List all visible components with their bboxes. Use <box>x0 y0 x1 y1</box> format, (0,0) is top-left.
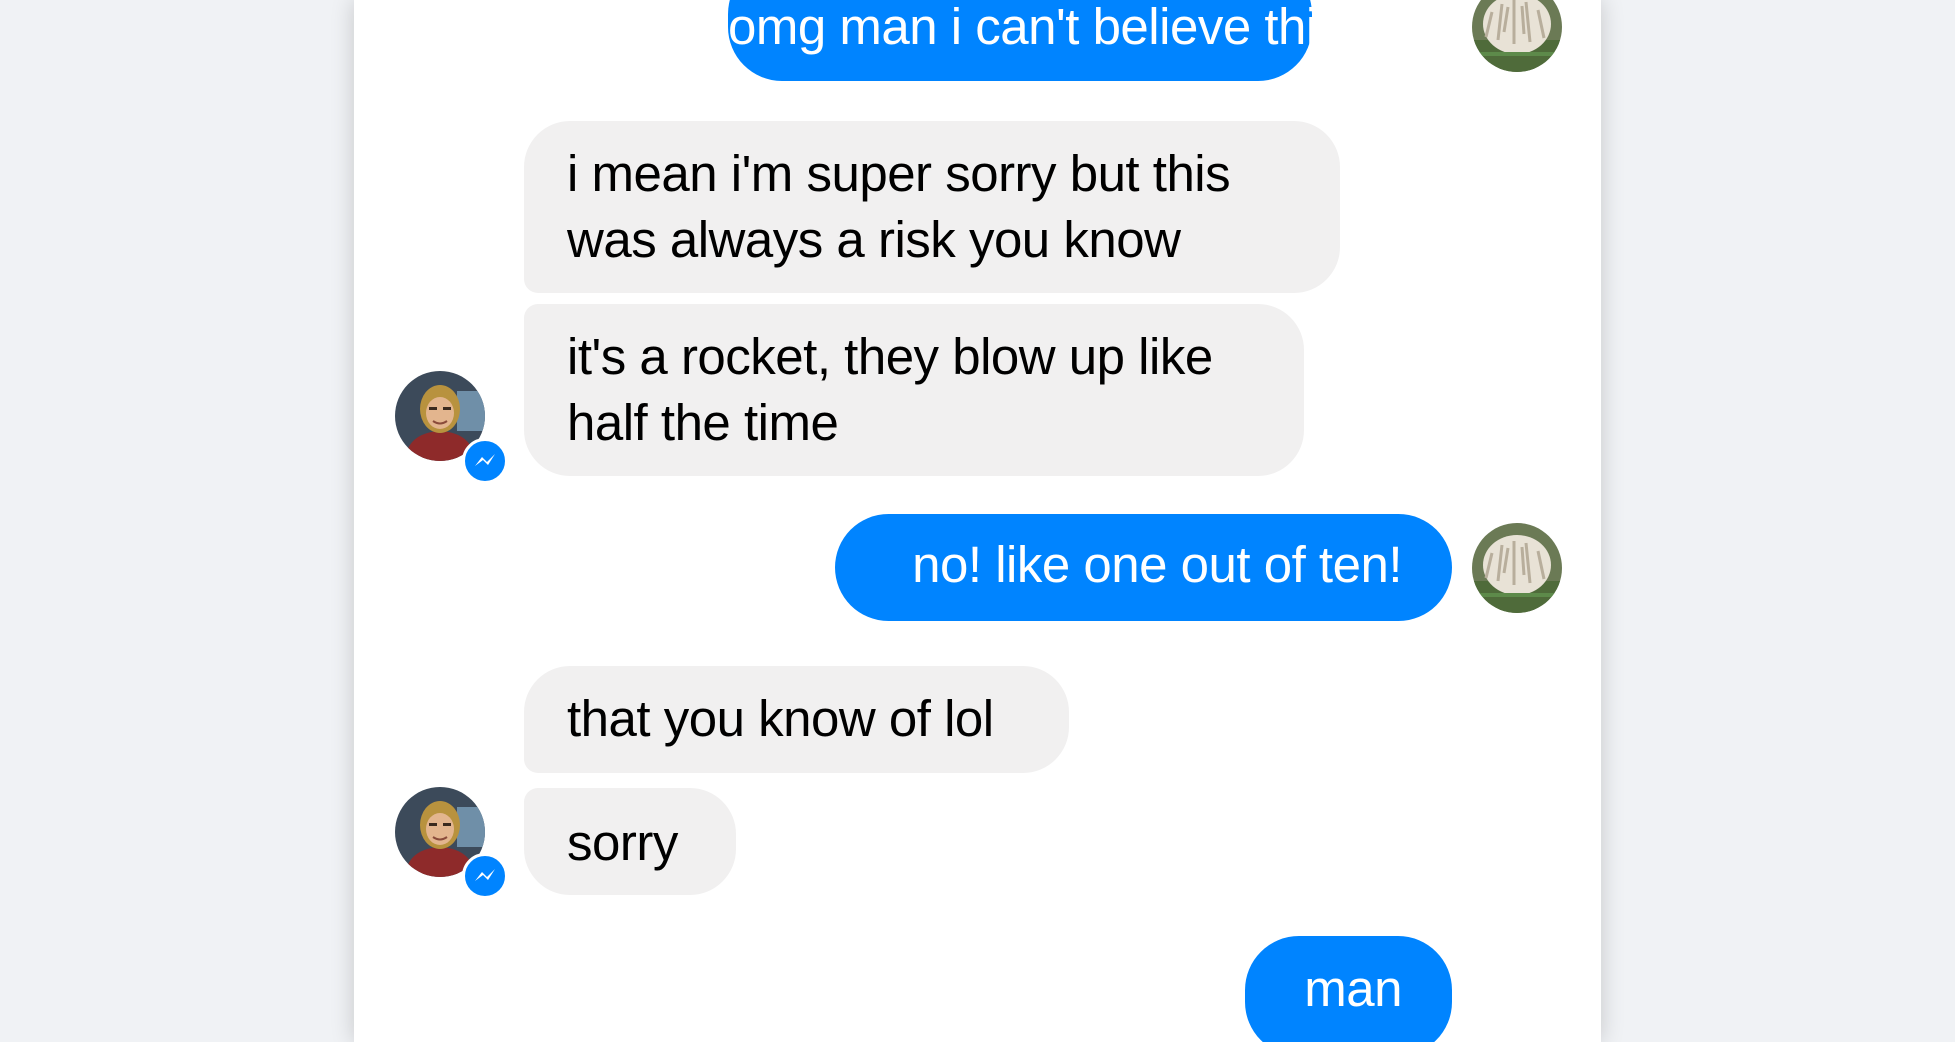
message-line: i mean i'm super sorry but this <box>567 145 1231 202</box>
dog-avatar-icon[interactable] <box>1472 0 1562 72</box>
message-line: was always a risk you know <box>567 211 1181 268</box>
message-text: that you know of lol <box>567 690 994 747</box>
message-text: omg man i can't believe this <box>728 0 1342 55</box>
outgoing-message[interactable]: omg man i can't believe this <box>728 0 1342 81</box>
incoming-message[interactable]: that you know of lol <box>524 666 1069 773</box>
outgoing-message[interactable]: no! like one out of ten! <box>835 514 1452 621</box>
message-text: sorry <box>567 814 678 871</box>
messenger-badge-icon <box>462 853 508 899</box>
dog-avatar-icon[interactable] <box>1472 523 1562 613</box>
message-line: half the time <box>567 394 839 451</box>
incoming-message[interactable]: i mean i'm super sorry but this was alwa… <box>524 121 1340 293</box>
message-line: it's a rocket, they blow up like <box>567 328 1213 385</box>
message-text: man <box>1304 960 1402 1017</box>
chat-panel: omg man i can't believe this i mean i'm … <box>354 0 1601 1042</box>
incoming-message[interactable]: it's a rocket, they blow up like half th… <box>524 304 1304 476</box>
incoming-message[interactable]: sorry <box>524 788 736 895</box>
outgoing-message[interactable]: man <box>1245 936 1452 1042</box>
messenger-badge-icon <box>462 438 508 484</box>
message-text: no! like one out of ten! <box>912 536 1402 593</box>
